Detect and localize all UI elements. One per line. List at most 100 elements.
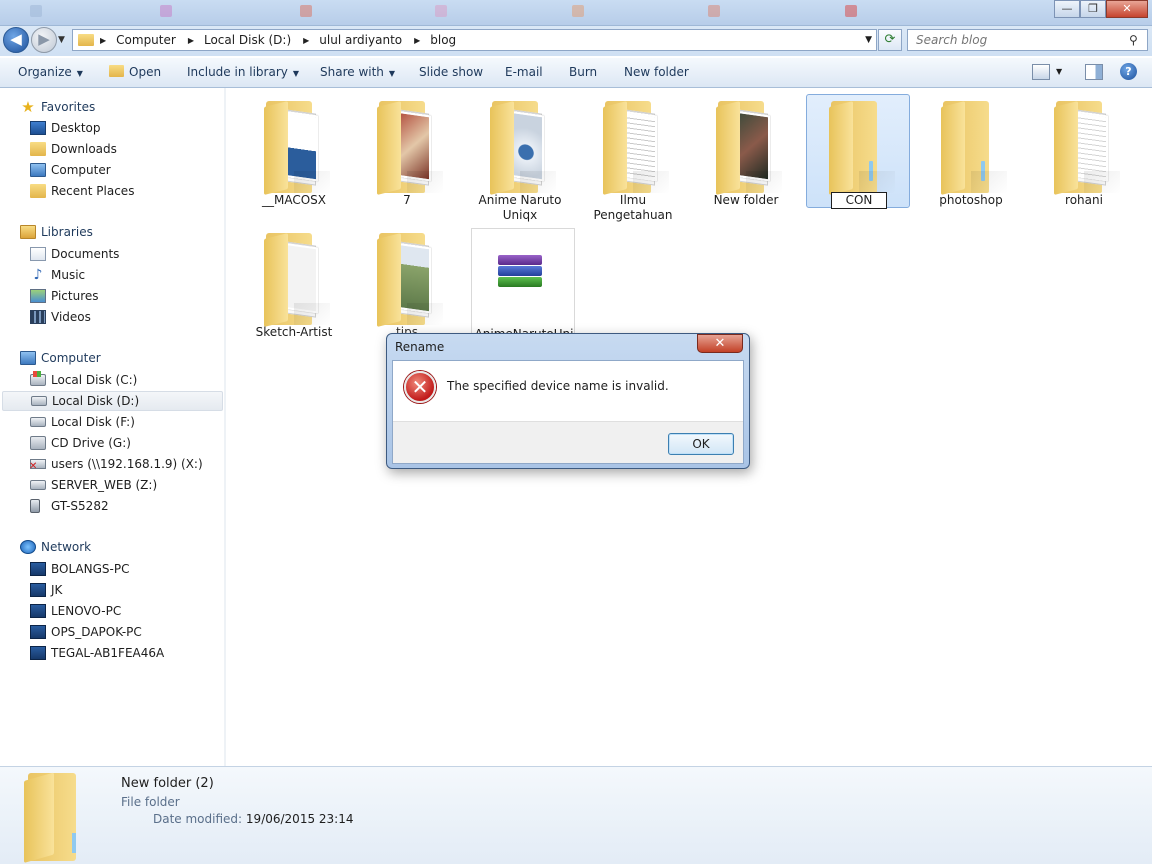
sidebar-item-network-pc[interactable]: OPS_DAPOK-PC [30,622,142,642]
sidebar-item-drive-g[interactable]: CD Drive (G:) [30,433,131,453]
pc-icon [30,646,46,660]
music-icon: ♪ [33,267,43,283]
sidebar-item-documents[interactable]: Documents [30,244,119,264]
folder-item[interactable]: New folder [694,95,798,209]
minimize-button[interactable]: — [1054,0,1080,18]
folder-item[interactable]: Sketch-Artist [242,227,346,341]
sidebar-item-drive-f[interactable]: Local Disk (F:) [30,412,135,432]
selected-item-modified: Date modified: 19/06/2015 23:14 [153,812,354,826]
open-button[interactable]: Open [109,65,161,79]
rename-error-dialog: Rename ✕ ✕ The specified device name is … [386,333,750,469]
cd-drive-icon [30,436,46,450]
folder-item[interactable]: photoshop [919,95,1023,209]
change-view-icon[interactable] [1032,64,1050,80]
back-button[interactable]: ◀ [3,27,29,53]
archive-item[interactable]: AnimeNarutoUni [471,228,575,342]
sidebar-item-phone[interactable]: GT-S5282 [30,496,109,516]
dialog-title: Rename [395,340,445,354]
email-button[interactable]: E-mail [505,65,543,79]
folder-item[interactable]: Anime Naruto Uniqx [468,95,572,222]
ok-button[interactable]: OK [668,433,734,455]
view-dropdown[interactable]: ▼ [1056,67,1062,76]
folder-item[interactable]: rohani [1032,95,1136,209]
rename-input[interactable]: CON [831,192,887,209]
sidebar-item-recent-places[interactable]: Recent Places [30,181,134,201]
network-drive-icon [30,480,46,490]
pc-icon [30,562,46,576]
address-bar[interactable]: ▶ Computer ▶ Local Disk (D:) ▶ ulul ardiyan… [72,29,877,51]
help-icon[interactable]: ? [1120,63,1137,80]
restore-button[interactable]: ❐ [1080,0,1106,18]
close-window-button[interactable]: ✕ [1106,0,1148,18]
sidebar-item-music[interactable]: ♪ Music [30,265,86,285]
sidebar-item-network-pc[interactable]: JK [30,580,62,600]
folder-icon [78,34,94,46]
new-folder-button[interactable]: New folder [624,65,689,79]
sidebar-item-computer-fav[interactable]: Computer [30,160,111,180]
search-box[interactable]: ⚲ [907,29,1148,51]
sidebar-item-network-pc[interactable]: BOLANGS-PC [30,559,129,579]
folder-item-selected[interactable]: CON [806,94,910,209]
folder-icon [1054,101,1120,195]
chevron-right-icon[interactable]: ▶ [188,36,194,45]
breadcrumb-item[interactable]: ▶ blog [414,33,456,47]
folder-item[interactable]: tips [355,227,459,341]
folder-item[interactable]: 7 [355,95,459,209]
chevron-down-icon: ▼ [388,69,396,78]
chevron-right-icon[interactable]: ▶ [303,36,309,45]
dialog-close-button[interactable]: ✕ [697,334,743,353]
address-dropdown[interactable]: ▼ [865,35,872,45]
dialog-message: The specified device name is invalid. [447,379,669,393]
breadcrumb-item[interactable]: ▶ Local Disk (D:) [188,33,291,47]
chevron-right-icon[interactable]: ▶ [100,36,106,45]
navigation-pane: ★ Favorites Desktop Downloads Computer Re… [0,88,226,766]
refresh-button[interactable]: ⟳ [878,29,902,51]
chevron-right-icon[interactable]: ▶ [414,36,420,45]
address-row: ◀ ▶ ▼ ▶ Computer ▶ Local Disk (D:) ▶ ulul a… [0,26,1152,56]
background-tab [435,5,454,23]
sidebar-item-videos[interactable]: Videos [30,307,91,327]
folder-icon [22,772,106,863]
sidebar-item-desktop[interactable]: Desktop [30,118,101,138]
pc-icon [30,604,46,618]
nav-group-libraries[interactable]: Libraries [20,225,93,239]
breadcrumb-item[interactable]: ▶ Computer [100,33,176,47]
organize-button[interactable]: Organize ▼ [18,65,83,79]
folder-item[interactable]: Ilmu Pengetahuan [581,95,685,222]
selected-item-type: File folder [121,795,180,809]
nav-group-computer[interactable]: Computer [20,351,101,365]
search-icon[interactable]: ⚲ [1129,33,1147,47]
network-icon [20,540,36,554]
sidebar-item-downloads[interactable]: Downloads [30,139,117,159]
libraries-icon [20,225,36,239]
forward-button[interactable]: ▶ [31,27,57,53]
preview-pane-icon[interactable] [1085,64,1103,80]
folder-icon [829,101,895,195]
folder-item[interactable]: __MACOSX [242,95,346,209]
nav-group-favorites[interactable]: ★ Favorites [20,98,95,116]
sidebar-item-network-pc[interactable]: TEGAL-AB1FEA46A [30,643,164,663]
breadcrumb-item[interactable]: ▶ ulul ardiyanto [303,33,402,47]
folder-icon [264,101,330,195]
sidebar-item-drive-c[interactable]: Local Disk (C:) [30,370,137,390]
search-input[interactable] [908,33,1129,47]
recent-pages-dropdown[interactable]: ▼ [58,35,65,45]
sidebar-item-network-pc[interactable]: LENOVO-PC [30,601,121,621]
include-in-library-button[interactable]: Include in library ▼ [187,65,299,79]
share-with-button[interactable]: Share with ▼ [320,65,395,79]
computer-icon [20,351,36,365]
downloads-icon [30,142,46,156]
sidebar-item-drive-x[interactable]: users (\\192.168.1.9) (X:) [29,454,203,474]
disconnected-network-drive-icon [29,459,46,472]
burn-button[interactable]: Burn [569,65,597,79]
sidebar-item-drive-d[interactable]: Local Disk (D:) [2,391,223,411]
folder-icon [264,233,330,327]
sidebar-item-pictures[interactable]: Pictures [30,286,99,306]
open-folder-icon [109,65,124,77]
pane-splitter[interactable] [224,88,226,766]
slide-show-button[interactable]: Slide show [419,65,483,79]
sidebar-item-drive-z[interactable]: SERVER_WEB (Z:) [30,475,157,495]
command-bar: Organize ▼ Open Include in library ▼ Share… [0,57,1152,88]
background-tab [160,5,179,23]
nav-group-network[interactable]: Network [20,540,91,554]
